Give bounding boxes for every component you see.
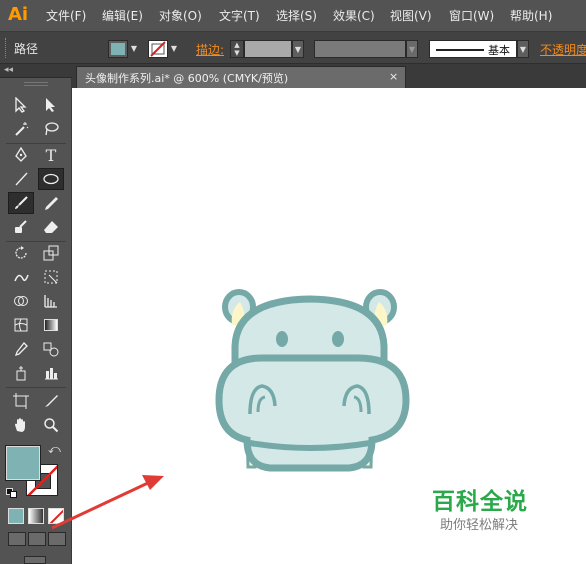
- brush-definition[interactable]: 基本: [429, 40, 517, 58]
- draw-normal-button[interactable]: [8, 532, 26, 546]
- document-tab-title: 头像制作系列.ai* @ 600% (CMYK/预览): [85, 72, 289, 85]
- paintbrush-tool-icon[interactable]: [8, 192, 34, 214]
- draw-behind-button[interactable]: [28, 532, 46, 546]
- selection-type-label: 路径: [14, 42, 39, 56]
- swap-fill-stroke-icon[interactable]: ⤺: [48, 442, 61, 457]
- line-segment-tool-icon[interactable]: [8, 168, 34, 190]
- symbol-sprayer-tool-icon[interactable]: [8, 362, 34, 384]
- stroke-swatch[interactable]: [148, 40, 168, 58]
- default-colors-icon[interactable]: [6, 488, 18, 498]
- stroke-weight-label[interactable]: 描边:: [196, 41, 224, 58]
- menu-effect[interactable]: 效果(C): [333, 7, 375, 25]
- eyedropper-tool-icon[interactable]: [8, 338, 34, 360]
- zoom-tool-icon[interactable]: [38, 414, 64, 436]
- eraser-tool-icon[interactable]: [38, 216, 64, 238]
- hippo-illustration: [215, 289, 410, 472]
- right-eye: [332, 331, 344, 347]
- selection-tool-icon[interactable]: [8, 94, 34, 116]
- profile-dropdown-arrow[interactable]: ▼: [406, 40, 418, 58]
- watermark-title: 百科全说: [432, 489, 528, 515]
- hippo-muzzle: [215, 354, 410, 472]
- screen-mode-button[interactable]: [24, 556, 46, 564]
- app-logo: Ai: [8, 4, 29, 25]
- menu-edit[interactable]: 编辑(E): [102, 7, 143, 25]
- document-tab[interactable]: 头像制作系列.ai* @ 600% (CMYK/预览) ×: [76, 66, 406, 88]
- direct-selection-tool-icon[interactable]: [38, 94, 64, 116]
- stroke-weight-input[interactable]: [244, 40, 292, 58]
- blob-brush-tool-icon[interactable]: [8, 216, 34, 238]
- shape-builder-tool-icon[interactable]: [8, 290, 34, 312]
- variable-width-profile[interactable]: [314, 40, 406, 58]
- stepper-up-icon[interactable]: ▲: [231, 41, 243, 49]
- control-bar-grip[interactable]: [5, 38, 9, 58]
- hand-tool-icon[interactable]: [8, 414, 34, 436]
- menu-select[interactable]: 选择(S): [276, 7, 317, 25]
- none-mode-button[interactable]: [48, 508, 64, 524]
- gradient-mode-button[interactable]: [28, 508, 44, 524]
- mesh-tool-icon[interactable]: [8, 314, 34, 336]
- no-stroke-icon: [150, 41, 166, 57]
- column-graph-tool-icon[interactable]: [38, 362, 64, 384]
- tools-separator: [6, 387, 66, 388]
- menu-window[interactable]: 窗口(W): [449, 7, 494, 25]
- brush-dropdown-arrow[interactable]: ▼: [517, 40, 529, 58]
- stroke-weight-dropdown-arrow[interactable]: ▼: [292, 40, 304, 58]
- stroke-dropdown-arrow[interactable]: ▼: [168, 40, 180, 58]
- scale-tool-icon[interactable]: [38, 242, 64, 264]
- fill-color-box[interactable]: [5, 445, 41, 481]
- panel-collapse-strip[interactable]: ◂◂: [0, 64, 72, 78]
- control-bar: 路径 ▼ ▼ 描边: ▲ ▼ ▼ ▼ 基本 ▼ 不透明度: [0, 32, 586, 64]
- pen-tool-icon[interactable]: [8, 144, 34, 166]
- close-icon[interactable]: ×: [389, 70, 398, 83]
- rotate-tool-icon[interactable]: [8, 242, 34, 264]
- opacity-label[interactable]: 不透明度: [540, 41, 586, 58]
- lasso-tool-icon[interactable]: [38, 118, 64, 140]
- perspective-grid-tool-icon[interactable]: [38, 290, 64, 312]
- collapse-panels-icon[interactable]: ◂◂: [4, 65, 13, 75]
- gradient-tool-icon[interactable]: [38, 314, 64, 336]
- ellipse-tool-icon[interactable]: [38, 168, 64, 190]
- free-transform-tool-icon[interactable]: [38, 266, 64, 288]
- brush-style-label: 基本: [488, 44, 510, 57]
- color-mode-button[interactable]: [8, 508, 24, 524]
- stepper-down-icon[interactable]: ▼: [231, 49, 243, 57]
- watermark-subtitle: 助你轻松解决: [440, 518, 519, 533]
- brush-stroke-preview: [436, 49, 484, 51]
- menu-file[interactable]: 文件(F): [46, 7, 86, 25]
- tools-panel-grip[interactable]: [24, 82, 48, 86]
- slice-tool-icon[interactable]: [38, 390, 64, 412]
- menu-bar: Ai 文件(F) 编辑(E) 对象(O) 文字(T) 选择(S) 效果(C) 视…: [0, 0, 586, 32]
- watermark: 百科全说 助你轻松解决: [432, 482, 582, 538]
- fill-dropdown-arrow[interactable]: ▼: [128, 40, 140, 58]
- menu-object[interactable]: 对象(O): [159, 7, 202, 25]
- document-tab-bar: 头像制作系列.ai* @ 600% (CMYK/预览) ×: [72, 64, 586, 88]
- tools-panel: T ⤺: [0, 78, 72, 564]
- type-tool-icon[interactable]: T: [38, 144, 64, 166]
- warp-tool-icon[interactable]: [8, 266, 34, 288]
- fill-swatch-color: [111, 43, 125, 55]
- menu-help[interactable]: 帮助(H): [510, 7, 552, 25]
- artboard-tool-icon[interactable]: [8, 390, 34, 412]
- blend-tool-icon[interactable]: [38, 338, 64, 360]
- stroke-weight-stepper[interactable]: ▲ ▼: [230, 40, 244, 58]
- fill-swatch[interactable]: [108, 40, 128, 58]
- left-eye: [276, 331, 288, 347]
- menu-view[interactable]: 视图(V): [390, 7, 432, 25]
- pencil-tool-icon[interactable]: [38, 192, 64, 214]
- magic-wand-tool-icon[interactable]: [8, 118, 34, 140]
- menu-type[interactable]: 文字(T): [219, 7, 260, 25]
- draw-inside-button[interactable]: [48, 532, 66, 546]
